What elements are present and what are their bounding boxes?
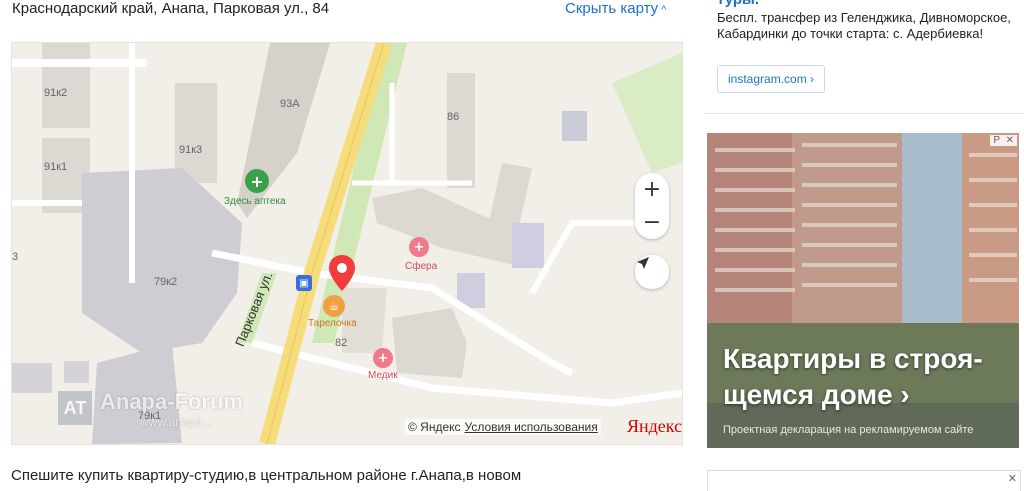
label-86: 86 — [447, 111, 460, 123]
address-text: Краснодарский край, Анапа, Парковая ул.,… — [12, 0, 330, 17]
close-icon[interactable]: ✕ — [1008, 472, 1017, 485]
label-91k2: 91к2 — [44, 87, 68, 99]
map-canvas — [12, 43, 682, 444]
building-91k3 — [175, 83, 217, 183]
ad-apartments[interactable]: Квартиры в строя­щемся доме › Проектная … — [707, 133, 1019, 448]
road — [251, 339, 682, 407]
zoom-out-button[interactable]: − — [635, 206, 669, 239]
map-copyright: © Яндекс Условия использования — [405, 419, 601, 435]
pharmacy-poi[interactable]: + — [245, 169, 269, 193]
ad-tours-title[interactable]: туры. — [717, 0, 759, 8]
building-left — [12, 363, 52, 393]
zoom-in-button[interactable]: + — [635, 173, 669, 206]
navigation-arrow-icon — [637, 257, 649, 269]
label-91k3: 91к3 — [179, 144, 203, 156]
medical-poi-sfera[interactable]: + — [409, 237, 429, 257]
road — [529, 220, 652, 295]
cafe-label: Тарелочка — [308, 318, 357, 329]
building-medik — [392, 308, 467, 378]
zoom-controls: + − — [635, 173, 669, 239]
medical-cross-icon: + — [413, 239, 425, 255]
park-area — [612, 53, 682, 173]
ad-headline[interactable]: Квартиры в строя­щемся доме › — [723, 341, 1013, 413]
medical-poi-medik[interactable]: + — [373, 348, 393, 368]
hide-map-label: Скрыть карту — [565, 0, 659, 17]
building-91k2 — [42, 43, 90, 128]
geolocation-button[interactable] — [635, 255, 669, 289]
medical-cross-icon: + — [377, 350, 389, 366]
ad-tours[interactable]: туры. Беспл. трансфер из Геленджика, Див… — [704, 0, 1024, 114]
medik-label: Медик — [368, 370, 398, 381]
close-icon[interactable]: ✕ — [1002, 135, 1017, 146]
ad-tours-description: Беспл. трансфер из Геленджика, Дивноморс… — [717, 10, 1011, 41]
ad-marker: Р — [990, 135, 1003, 146]
pharmacy-cross-icon: + — [250, 171, 264, 191]
label-91k1: 91к1 — [44, 161, 68, 173]
terms-link[interactable]: Условия использования — [465, 420, 598, 434]
map[interactable]: 91к2 91к1 91к3 93А 86 79к2 79к1 82 3 Пар… — [11, 42, 683, 445]
pharmacy-label: Здесь аптека — [224, 196, 286, 207]
building-left-2 — [64, 361, 89, 383]
yandex-logo[interactable]: Яндекс — [627, 416, 682, 437]
sfera-label: Сфера — [405, 261, 438, 272]
location-marker-icon[interactable] — [329, 255, 355, 291]
copyright-text: © Яндекс — [408, 420, 461, 434]
label-79k2: 79к2 — [154, 276, 178, 288]
label-82: 82 — [335, 337, 348, 349]
coffee-cup-icon: ☕ — [328, 299, 340, 313]
building-86 — [447, 73, 475, 188]
building-blue — [512, 223, 544, 268]
bus-stop-icon[interactable]: ▣ — [296, 275, 312, 291]
chevron-up-icon: ^ — [661, 4, 667, 16]
watermark-logo: AT — [58, 391, 92, 425]
label-3: 3 — [12, 251, 19, 263]
label-93a: 93А — [280, 98, 300, 110]
building-79k2 — [82, 168, 242, 353]
instagram-link-button[interactable]: instagram.com › — [717, 65, 826, 93]
ad-disclaimer: Проектная декларация на рекламируемом са… — [723, 424, 974, 436]
hide-map-link[interactable]: Скрыть карту ^ — [565, 0, 666, 17]
building-small — [562, 111, 587, 141]
ad-block-bottom[interactable]: ✕ — [707, 470, 1021, 491]
watermark-url: www.anapa... — [140, 415, 213, 429]
description-text: Спешите купить квартиру-студию,в централ… — [11, 467, 522, 484]
watermark-title: Anapa-Forum — [100, 389, 243, 414]
cafe-poi[interactable]: ☕ — [323, 295, 345, 317]
